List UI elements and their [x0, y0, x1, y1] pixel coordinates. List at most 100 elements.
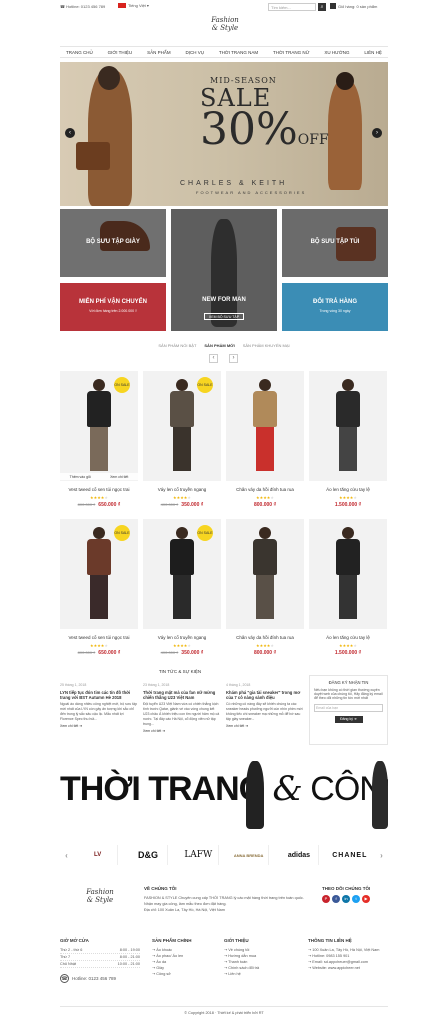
- youtube-icon[interactable]: ▶: [362, 895, 370, 903]
- language-selector[interactable]: Tiếng Việt ▾: [118, 3, 149, 8]
- pinterest-icon[interactable]: P: [322, 895, 330, 903]
- news-more-link[interactable]: Xem chi tiết ➜: [226, 724, 304, 729]
- product-name[interactable]: Váy len cổ truyền ngang: [143, 487, 221, 492]
- product-name[interactable]: Chân váy da hồi đính tua rua: [226, 635, 304, 640]
- rating-stars: ★★★★★: [173, 495, 191, 500]
- chevron-right-icon[interactable]: ›: [229, 354, 238, 363]
- nav-item-products[interactable]: SẢN PHẨM: [147, 50, 171, 55]
- chevron-right-icon[interactable]: ›: [372, 128, 382, 138]
- magnifier-icon[interactable]: ⌕: [318, 3, 326, 11]
- nav-item-women[interactable]: THỜI TRANG NỮ: [273, 50, 309, 55]
- product-card[interactable]: Áo len tăng cửu tay lệ ★★★★★ 1.500.000 ₫: [309, 371, 387, 521]
- news-more-link[interactable]: Xem chi tiết ➜: [60, 724, 138, 729]
- top-bar: ☎ Hotline: 0123 456 789 Tiếng Việt ▾ Tìm…: [60, 2, 388, 12]
- hotline-text: ☎ Hotline: 0123 456 789: [60, 4, 106, 9]
- product-name[interactable]: Áo len tăng cửu tay lệ: [309, 635, 387, 640]
- footer-hotline[interactable]: ☎ Hotline: 0123 456 789: [60, 974, 140, 983]
- model-top: [253, 391, 277, 427]
- nav-item-trends[interactable]: XU HƯỚNG: [324, 50, 349, 55]
- product-name[interactable]: Chân váy da hồi đính tua rua: [226, 487, 304, 492]
- news-more-link[interactable]: Xem chi tiết ➜: [143, 729, 221, 734]
- banner-shoes[interactable]: BỘ SƯU TẬP GIÀY: [60, 209, 166, 277]
- model-head: [176, 527, 188, 539]
- product-card[interactable]: ON SALE Váy len cổ truyền ngang ★★★★★ 400.0…: [143, 519, 221, 669]
- news-item[interactable]: 4 tháng 1, 2018 Khám phá "gia tài sneake…: [226, 683, 304, 729]
- banner-free-shipping[interactable]: MIỄN PHÍ VẬN CHUYỂN Với đơn hàng trên 2.…: [60, 283, 166, 331]
- footer-product-link-label: Công sở: [156, 972, 171, 976]
- news-date: 23 tháng 1, 2018: [143, 683, 170, 687]
- brand-logo[interactable]: CHANEL: [330, 845, 370, 865]
- nav-item-services[interactable]: DỊCH VỤ: [185, 50, 204, 55]
- brand-logo[interactable]: D&G: [128, 845, 169, 865]
- tab-featured[interactable]: SẢN PHẨM NỔI BẬT: [158, 343, 196, 348]
- banner-returns[interactable]: ĐỔI TRẢ HÀNG Trong vòng 30 ngày: [282, 283, 388, 331]
- product-image[interactable]: [226, 519, 304, 629]
- product-image[interactable]: [309, 519, 387, 629]
- twitter-icon[interactable]: t: [352, 895, 360, 903]
- news-title[interactable]: Thời trang mặt mà của fan nữ mừng chiến …: [143, 690, 221, 700]
- product-card[interactable]: ON SALE Vest tweed cổ sen túi ngọc trai ★★…: [60, 519, 138, 669]
- nav-item-contact[interactable]: LIÊN HỆ: [364, 50, 382, 55]
- facebook-icon[interactable]: f: [332, 895, 340, 903]
- add-to-cart-button[interactable]: Thêm vào giỏ: [70, 475, 91, 479]
- chevron-left-icon[interactable]: ‹: [65, 851, 68, 860]
- chevron-left-icon[interactable]: ‹: [209, 354, 218, 363]
- banner-men[interactable]: NEW FOR MAN XEM BỘ SƯU TẬP: [171, 209, 277, 331]
- old-price: 800.000 ₫: [77, 502, 96, 507]
- banner-men-button[interactable]: XEM BỘ SƯU TẬP: [204, 313, 244, 320]
- news-item[interactable]: 23 tháng 1, 2018 Thời trang mặt mà của f…: [143, 683, 221, 734]
- news-item[interactable]: 25 tháng 1, 2018 LYN tiếp tục đón tim cá…: [60, 683, 138, 729]
- site-logo[interactable]: Fashion & Style: [205, 16, 245, 42]
- nav-item-men[interactable]: THỜI TRANG NAM: [219, 50, 258, 55]
- product-name[interactable]: Vest tweed cổ sen túi ngọc trai: [60, 487, 138, 492]
- model-head: [93, 379, 105, 391]
- rating-stars: ★★★★★: [90, 495, 108, 500]
- footer-logo-line2: & Style: [86, 896, 114, 904]
- news-body: Đội tuyển U23 Việt Nam vừa có chiến thắn…: [143, 702, 220, 726]
- product-price: 800.000 ₫ 650.000 ₫: [60, 502, 138, 508]
- tab-sale[interactable]: SẢN PHẨM KHUYẾN MẠI: [243, 343, 290, 348]
- about-address: Địa chỉ: 100 Xuân La, Tây Hồ, Hà Nội, Vi…: [144, 908, 225, 912]
- product-name[interactable]: Váy len cổ truyền ngang: [143, 635, 221, 640]
- brand-logo[interactable]: adidas: [279, 845, 320, 865]
- product-card[interactable]: Chân váy da hồi đính tua rua ★★★★★ 800.000…: [226, 519, 304, 669]
- news-title[interactable]: Khám phá "gia tài sneaker" trong mơ của …: [226, 690, 304, 700]
- chevron-left-icon[interactable]: ‹: [65, 128, 75, 138]
- model-bottom: [90, 575, 108, 619]
- footer-product-link-label: Giầy: [156, 966, 165, 970]
- linkedin-icon[interactable]: in: [342, 895, 350, 903]
- view-detail-button[interactable]: Xem chi tiết: [110, 475, 128, 479]
- nav-item-home[interactable]: TRANG CHỦ: [66, 50, 93, 55]
- product-name[interactable]: Vest tweed cổ sen túi ngọc trai: [60, 635, 138, 640]
- footer-contact-item[interactable]: ➝ Website: www.appicheer.net: [308, 965, 388, 971]
- email-field[interactable]: Email của bạn: [314, 704, 383, 712]
- woman-figure: [246, 761, 264, 829]
- footer-logo-line1: Fashion: [86, 888, 114, 896]
- hours-time: 8:00 - 21:00: [119, 955, 140, 959]
- footer-intro-link[interactable]: ➝ Liên hệ: [224, 971, 294, 977]
- model-top: [170, 391, 194, 427]
- subscribe-button[interactable]: Đăng ký ➜: [334, 716, 363, 723]
- rating-stars: ★★★★★: [90, 643, 108, 648]
- brand-logo[interactable]: ANNA BRENDA: [229, 845, 270, 865]
- product-card[interactable]: Áo len tăng cửu tay lệ ★★★★★ 1.500.000 ₫: [309, 519, 387, 669]
- product-card[interactable]: ON SALE Thêm vào giỏ Xem chi tiết Vest twee…: [60, 371, 138, 521]
- brand-logo[interactable]: LAFW: [179, 845, 219, 865]
- chevron-right-icon[interactable]: ›: [380, 851, 383, 860]
- product-card[interactable]: Chân váy da hồi đính tua rua ★★★★★ 800.000…: [226, 371, 304, 521]
- product-image[interactable]: [226, 371, 304, 481]
- product-name[interactable]: Áo len tăng cửu tay lệ: [309, 487, 387, 492]
- news-title[interactable]: LYN tiếp tục đón tim các tín đồ thời tra…: [60, 690, 138, 700]
- product-card[interactable]: ON SALE Váy len cổ truyền ngang ★★★★★ 400.0…: [143, 371, 221, 521]
- brand-logo[interactable]: LV: [78, 845, 119, 865]
- tab-new[interactable]: SẢN PHẨM MỚI: [204, 343, 234, 348]
- logo-line1: Fashion: [211, 16, 239, 24]
- office-fashion-banner[interactable]: THỜI TRANG & CÔNG SỞ: [60, 755, 388, 830]
- cart-link[interactable]: Giỏ hàng: 0 sản phẩm: [330, 3, 377, 9]
- footer-logo[interactable]: Fashion & Style: [80, 888, 120, 904]
- footer-product-link[interactable]: ➝ Công sở: [152, 971, 222, 977]
- nav-item-about[interactable]: GIỚI THIỆU: [108, 50, 133, 55]
- search-input[interactable]: Tìm kiếm...: [268, 3, 316, 11]
- banner-bags[interactable]: BỘ SƯU TẬP TÚI: [282, 209, 388, 277]
- product-image[interactable]: [309, 371, 387, 481]
